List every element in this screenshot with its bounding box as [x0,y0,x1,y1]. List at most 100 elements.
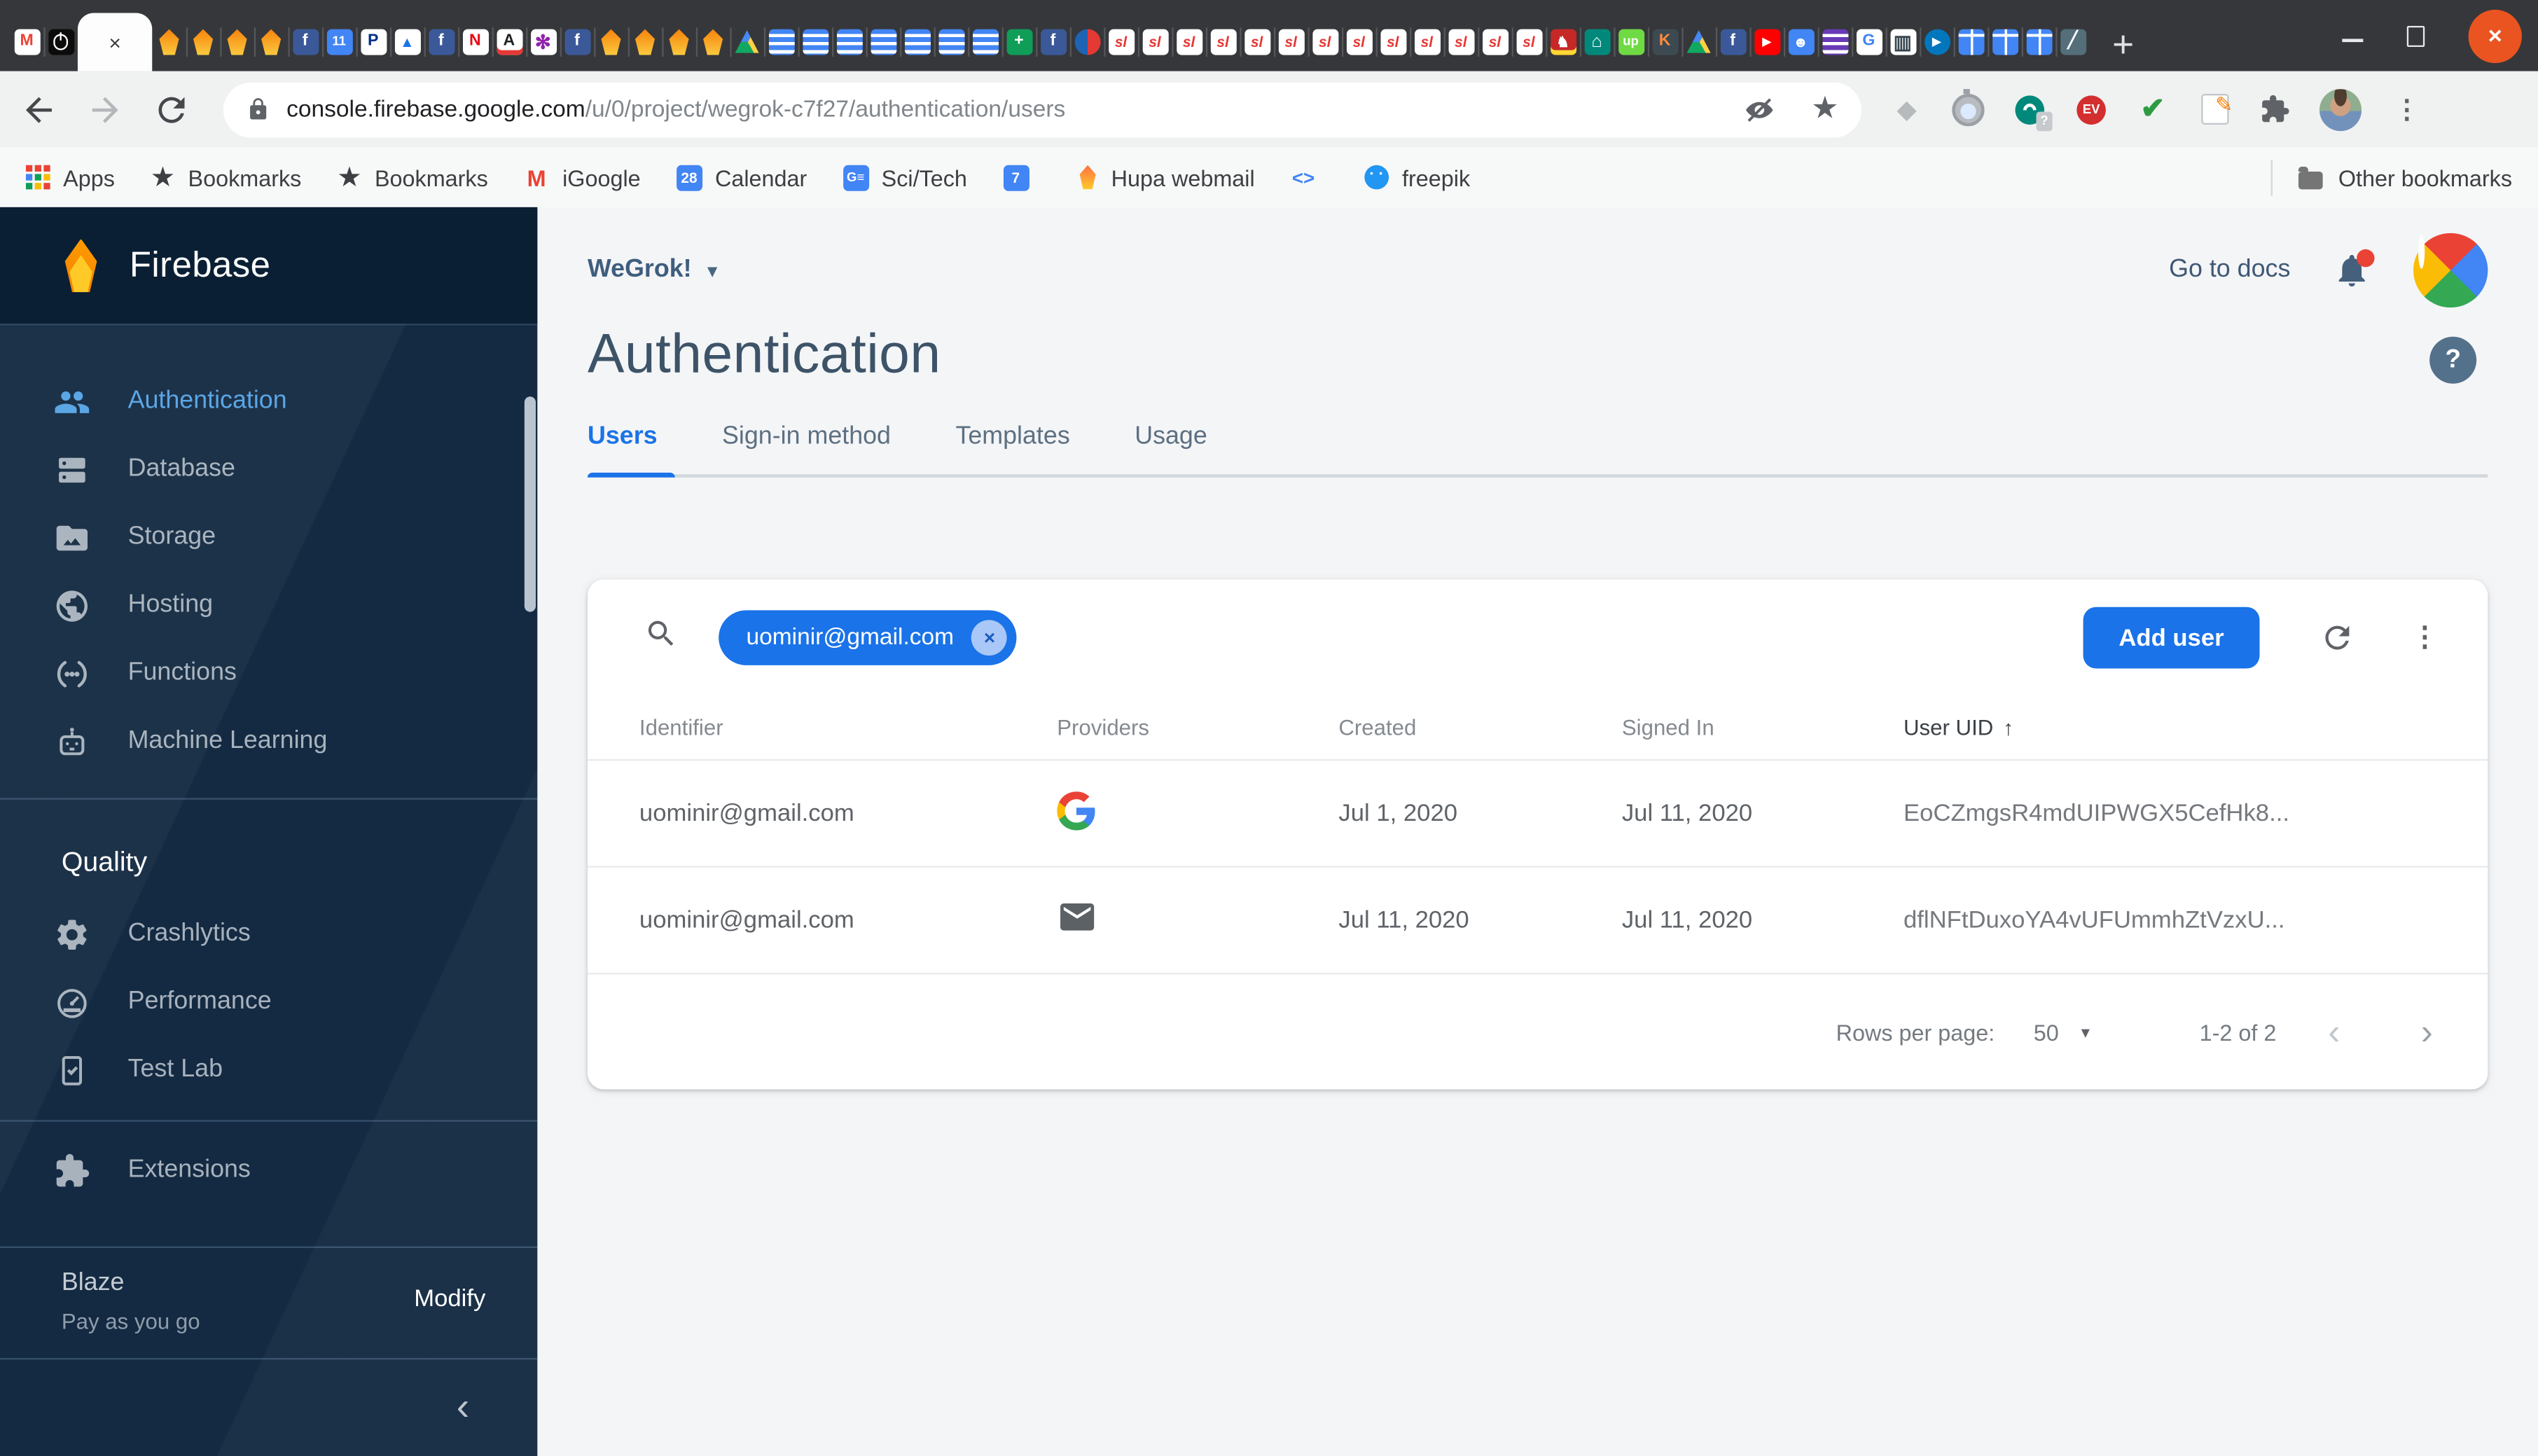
pinned-tab-google-search[interactable]: G [1852,13,1886,71]
pinned-tab-facebook-1[interactable]: f [288,13,322,71]
pinned-tab-firebase-5[interactable] [594,13,628,71]
bookmark-hupa-webmail[interactable]: Hupa webmail [1077,165,1255,190]
extensions-puzzle-icon[interactable] [2259,94,2290,125]
pinned-tab-finance-chart[interactable]: ╱ [2055,13,2090,71]
pinned-tab-sheets[interactable]: + [1002,13,1036,71]
pinned-tab-drive-2[interactable] [1681,13,1716,71]
sidebar-item-machine-learning[interactable]: Machine Learning [0,707,537,775]
close-tab-icon[interactable]: × [109,30,121,55]
sidebar-item-authentication[interactable]: Authentication [0,368,537,436]
sidebar-item-test-lab[interactable]: Test Lab [0,1036,537,1104]
pinned-tab-slickdeals-7[interactable]: sl [1308,13,1342,71]
pinned-tab-facebook-5[interactable]: f [1716,13,1750,71]
pinned-tab-slickdeals-2[interactable]: sl [1138,13,1172,71]
checkmark-extension-icon[interactable]: ✔ [2137,93,2169,125]
other-bookmarks[interactable]: Other bookmarks [2270,160,2512,195]
next-page-icon[interactable]: › [2421,1011,2433,1053]
phone-extension-icon[interactable]: ? [2015,95,2044,124]
project-switcher[interactable]: WeGrok! ▾ [588,256,717,285]
go-to-docs-link[interactable]: Go to docs [2169,256,2290,285]
pinned-tab-firebase-6[interactable] [628,13,663,71]
tab-users[interactable]: Users [588,422,658,474]
tab-usage[interactable]: Usage [1135,422,1207,474]
pinned-tab-docs-list-2[interactable] [798,13,832,71]
bookmark-scitech[interactable]: G≡Sci/Tech [842,165,967,190]
stopwatch-extension-icon[interactable] [1952,93,1984,125]
pinned-tab-circle-logo[interactable] [1070,13,1104,71]
pinned-tab-youtube[interactable]: ▶ [1749,13,1784,71]
pinned-tab-firebase-4[interactable] [254,13,289,71]
pinned-tab-firebase-7[interactable] [662,13,696,71]
pinned-tab-sites-table-3[interactable] [2022,13,2056,71]
pinned-tab-slickdeals-5[interactable]: sl [1240,13,1274,71]
bookmark-calendar[interactable]: 28Calendar [677,165,807,190]
search-icon[interactable] [644,617,679,659]
previous-page-icon[interactable]: ‹ [2328,1011,2340,1053]
bookmark-star-icon[interactable]: ★ [1811,90,1838,127]
pinned-tab-firebase-3[interactable] [220,13,254,71]
sidebar-item-performance[interactable]: Performance [0,968,537,1036]
pinned-tab-upwork[interactable]: up [1614,13,1648,71]
pinned-tab-sites-table-2[interactable] [1988,13,2022,71]
pinned-tab-slickdeals-10[interactable]: sl [1410,13,1444,71]
pinned-tab-news[interactable]: A [492,13,527,71]
back-icon[interactable] [20,90,58,128]
pinned-tab-irs[interactable]: ▥ [1886,13,1920,71]
pinned-tab-slickdeals-8[interactable]: sl [1342,13,1376,71]
bookmark-bookmarks-2[interactable]: ★Bookmarks [337,161,488,193]
bookmark-code[interactable]: <> [1291,165,1329,190]
pinned-tab-paypal[interactable]: P [356,13,390,71]
bookmark-bookmarks-1[interactable]: ★Bookmarks [151,161,302,193]
help-button[interactable]: ? [2429,337,2476,384]
column-header-signed-in[interactable]: Signed In [1622,716,1904,740]
address-bar[interactable]: console.firebase.google.com/u/0/project/… [223,82,1861,137]
search-filter-chip[interactable]: uominir@gmail.com × [719,610,1017,665]
forward-icon[interactable] [85,90,124,128]
pinned-tab-slickdeals-6[interactable]: sl [1274,13,1308,71]
eye-off-icon[interactable] [1743,93,1775,125]
sidebar-item-database[interactable]: Database [0,436,537,504]
table-row[interactable]: uominir@gmail.com Jul 1, 2020 Jul 11, 20… [588,759,2488,866]
tab-templates[interactable]: Templates [955,422,1069,474]
pinned-tab-slickdeals-4[interactable]: sl [1206,13,1240,71]
reload-icon[interactable] [152,90,190,128]
browser-profile-avatar[interactable] [2319,88,2362,130]
bookmark-calendar-7[interactable]: 7 [1003,165,1041,190]
pinned-tab-calendar-11[interactable]: 11 [322,13,356,71]
pinned-tab-slickdeals-3[interactable]: sl [1172,13,1206,71]
collapse-sidebar-icon[interactable]: ‹ [457,1388,469,1427]
sidebar-item-crashlytics[interactable]: Crashlytics [0,900,537,968]
pinned-tab-power[interactable] [43,13,78,71]
pinned-tab-slickdeals-1[interactable]: sl [1104,13,1138,71]
sidebar-item-functions[interactable]: Functions [0,639,537,707]
notifications-button[interactable] [2332,251,2371,289]
tab-sign-in-method[interactable]: Sign-in method [722,422,891,474]
table-menu-icon[interactable]: ⋮ [2405,618,2443,657]
refresh-icon[interactable] [2318,618,2357,657]
pinned-tab-contacts-chat[interactable]: ☻ [1784,13,1818,71]
pinned-tab-kayak[interactable]: K [1648,13,1682,71]
notes-extension-icon[interactable]: ✎ [2200,94,2228,125]
minimize-button[interactable] [2342,39,2363,42]
sidebar-item-storage[interactable]: Storage [0,504,537,571]
pinned-tab-docs-list-5[interactable] [900,13,934,71]
pinned-tab-docs-list-4[interactable] [866,13,901,71]
account-avatar[interactable] [2413,233,2488,307]
pinned-tab-slickdeals-13[interactable]: sl [1512,13,1546,71]
add-user-button[interactable]: Add user [2083,607,2260,669]
rows-per-page-select[interactable]: 50 ▼ [2034,1019,2093,1045]
pinned-tab-facebook-3[interactable]: f [560,13,595,71]
pinned-tab-analytics[interactable]: ▲ [390,13,424,71]
pinned-tab-docs-list-1[interactable] [764,13,798,71]
restore-button[interactable] [2407,25,2425,46]
window-close-button[interactable]: × [2469,9,2522,62]
column-header-identifier[interactable]: Identifier [639,716,1057,740]
pinned-tab-video-play[interactable]: ▶ [1920,13,1954,71]
column-header-user-uid[interactable]: User UID↑ [1904,716,2488,740]
pinned-tab-firebase-1[interactable] [152,13,186,71]
pinned-tab-firebase-2[interactable] [186,13,221,71]
gem-extension-icon[interactable]: ◆ [1891,93,1923,125]
bookmark-apps[interactable]: Apps [26,165,115,190]
active-tab-firebase-active[interactable]: × [78,13,152,71]
new-tab-button[interactable]: + [2112,26,2134,63]
